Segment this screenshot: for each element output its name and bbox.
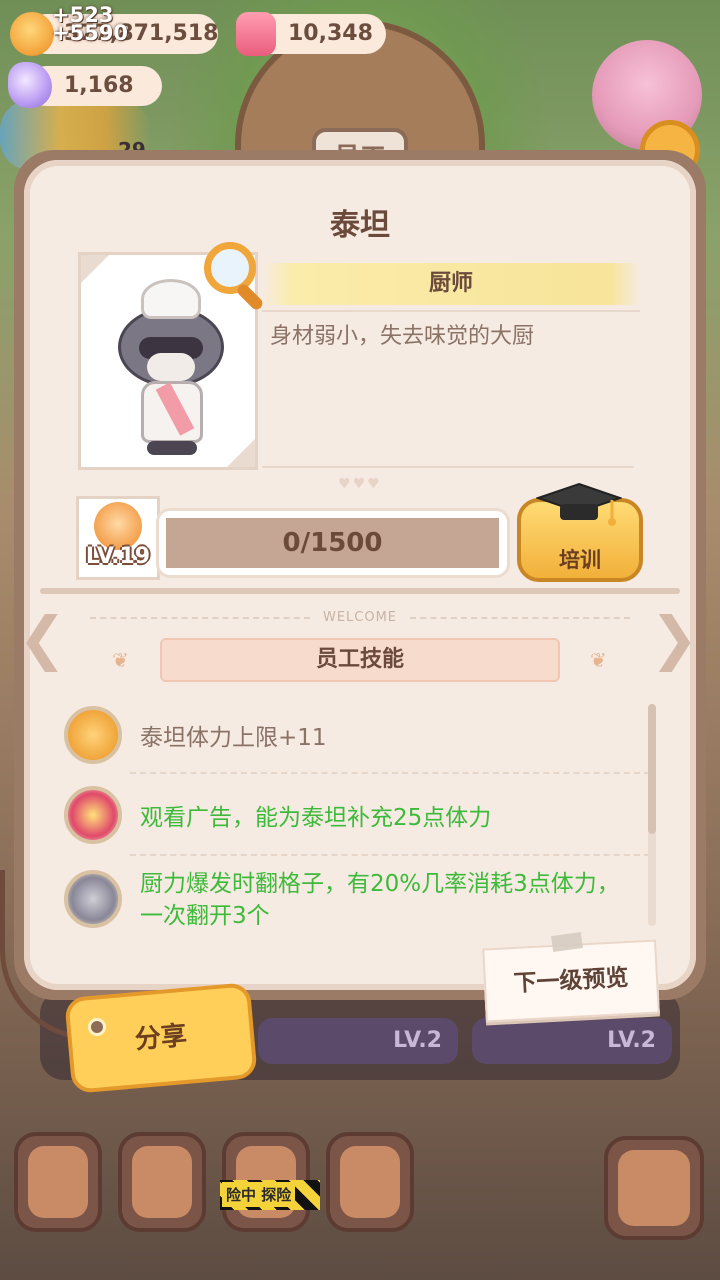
skill-text: 厨力爆发时翻格子，有20%几率消耗3点体力，一次翻开3个 (140, 871, 620, 929)
pet-icon (618, 1150, 690, 1226)
skills-scrollbar[interactable] (648, 704, 656, 926)
employee-role: 厨师 (262, 263, 640, 305)
nav-shop-button[interactable] (326, 1132, 414, 1232)
skill-divider (130, 772, 650, 774)
tv-ad-icon (64, 786, 122, 844)
background-level-a: LV.2 (258, 1018, 458, 1064)
adventure-badge-label: 险中 探险 (222, 1182, 296, 1207)
divider (262, 310, 640, 312)
employee-name: 泰坦 (330, 208, 390, 243)
shop-bag-icon (340, 1146, 400, 1218)
level-star-icon (94, 502, 142, 550)
raccoon-face (147, 353, 195, 381)
gain-b: +5590 (52, 21, 129, 45)
next-level-preview-button[interactable]: 下一级预览 (482, 939, 660, 1023)
portrait-corner (227, 439, 255, 467)
background-level-b: LV.2 (472, 1018, 672, 1064)
exp-text: 0/1500 (282, 528, 383, 558)
divider (262, 466, 634, 468)
scroll-thumb[interactable] (648, 704, 656, 834)
hearts-decoration: ♥♥♥ (338, 476, 382, 492)
skill-text: 观看广告，能为泰坦补充25点体力 (140, 805, 492, 831)
graduation-cap-icon (536, 482, 622, 526)
skill-text: 泰坦体力上限+11 (140, 725, 327, 751)
employee-description: 身材弱小，失去味觉的大厨 (270, 324, 535, 349)
crystals-value: 1,168 (64, 73, 134, 98)
card-spine (40, 588, 680, 594)
nav-calendar-button[interactable] (118, 1132, 206, 1232)
crystal-icon (8, 62, 52, 108)
calendar-heart-icon (132, 1146, 192, 1218)
portrait-corner (81, 255, 109, 283)
nav-home-button[interactable] (14, 1132, 102, 1232)
nav-pet-button[interactable] (604, 1136, 704, 1240)
coin-gain-text: +523 +5590 (52, 5, 129, 45)
sprig-icon: ❦ (590, 648, 607, 672)
tag-hole (88, 1018, 106, 1036)
coin-icon (10, 12, 54, 56)
muscle-character-icon (64, 706, 122, 764)
mushroom-house-icon (28, 1146, 88, 1218)
pink-gem-icon (236, 12, 276, 56)
adventure-badge: 险中 探险 (220, 1180, 320, 1210)
skills-header: 员工技能 (160, 638, 560, 682)
dashed-divider (410, 617, 630, 619)
chef-hat (141, 279, 201, 319)
exp-bar: 0/1500 (166, 518, 499, 568)
gems-value: 10,348 (288, 21, 373, 46)
sprig-icon: ❦ (112, 648, 129, 672)
share-button[interactable]: 分享 (64, 982, 258, 1094)
skill-divider (130, 854, 650, 856)
employee-level: LV.19 (85, 544, 151, 569)
raccoon-feet (147, 441, 197, 455)
train-button-label: 培训 (559, 548, 601, 572)
